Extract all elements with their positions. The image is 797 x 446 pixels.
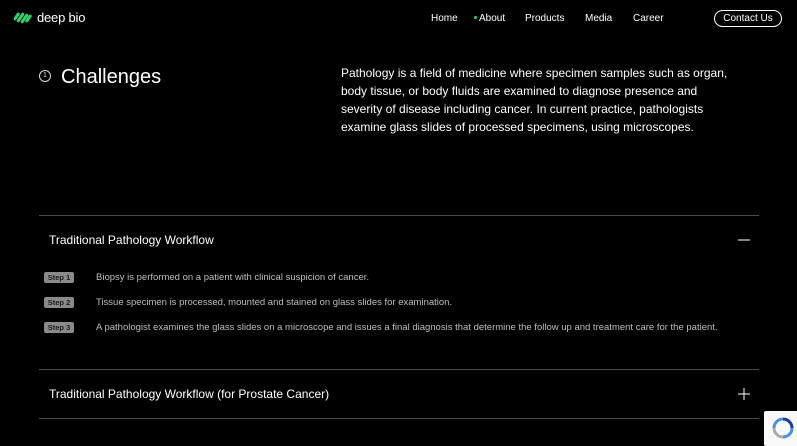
step-badge: Step 3 — [44, 322, 74, 333]
logo-text: deep bio — [37, 10, 86, 25]
step-text: A pathologist examines the glass slides … — [96, 322, 718, 333]
nav-products[interactable]: Products — [525, 13, 564, 25]
plus-icon[interactable] — [738, 388, 750, 400]
contact-us-button[interactable]: Contact Us — [714, 10, 782, 27]
nav-about-label: About — [479, 13, 506, 24]
accordion-title-prostate[interactable]: Traditional Pathology Workflow (for Pros… — [49, 387, 329, 402]
site-header: deep bio Home About Products Media Caree… — [0, 0, 797, 38]
active-indicator-dot — [474, 15, 477, 19]
divider — [39, 418, 759, 419]
deepbio-logo-icon — [14, 12, 32, 24]
page: deep bio Home About Products Media Caree… — [0, 0, 797, 446]
section-description: Pathology is a field of medicine where s… — [341, 66, 728, 134]
step-text: Biopsy is performed on a patient with cl… — [96, 272, 369, 283]
step-badge: Step 1 — [44, 272, 74, 283]
nav-media[interactable]: Media — [585, 13, 612, 25]
nav-about[interactable]: About — [474, 13, 505, 25]
divider — [39, 369, 759, 370]
logo[interactable]: deep bio — [14, 10, 85, 26]
recaptcha-badge[interactable] — [764, 411, 797, 446]
accordion-title-traditional[interactable]: Traditional Pathology Workflow — [49, 233, 214, 248]
step-text: Tissue specimen is processed, mounted an… — [96, 297, 453, 308]
section-title: Challenges — [61, 66, 162, 88]
nav-career[interactable]: Career — [633, 13, 664, 25]
recaptcha-icon — [772, 417, 794, 439]
minus-icon[interactable] — [738, 234, 750, 246]
section-number-badge: 1 — [39, 70, 51, 82]
nav-home[interactable]: Home — [431, 13, 458, 25]
divider — [39, 215, 759, 216]
step-badge: Step 2 — [44, 297, 74, 308]
